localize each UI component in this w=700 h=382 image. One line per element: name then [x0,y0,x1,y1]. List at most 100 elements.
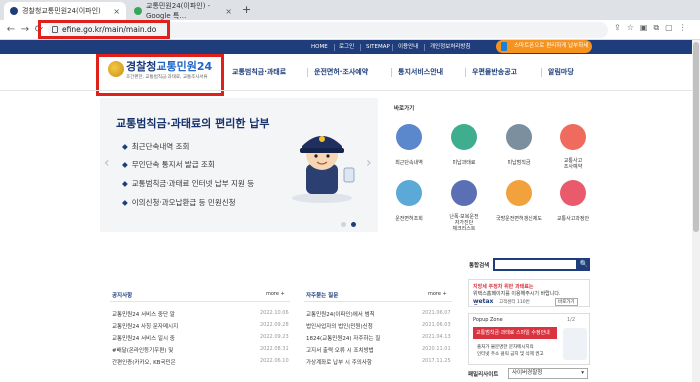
wetax-phone: 고객센터 110번 [499,300,530,305]
item-date: 2021.04.13 [422,334,451,340]
forward-button[interactable]: → [18,23,32,37]
divider [304,301,452,302]
menu-icon[interactable]: ⋮ [679,23,687,33]
new-tab-button[interactable]: + [242,3,251,16]
app-download-button[interactable]: 스마트폰으로 편리하게 납부하세요 ▶ [496,40,592,62]
notice-more-link[interactable]: more + [266,291,285,297]
quick-links-title: 바로가기 [394,106,415,112]
diamond-bullet-icon: ◆ [122,179,128,188]
popup-zone[interactable]: Popup Zone 1/2 교통범칙금·과태료 스마일 수정안내 출처가 불분… [468,313,590,365]
search-label: 통합검색 [469,263,490,269]
slide-dot-active[interactable] [351,222,356,227]
unpaid-fine-icon[interactable] [451,124,477,150]
quick-link-label[interactable]: 난폭·보복운전 자가진단 체크리스트 [438,214,490,232]
list-item[interactable]: 교통민원24 서비스 중단 알 [112,310,175,318]
gnb-item-notice[interactable]: 알림마당 [548,67,574,77]
family-site-select[interactable]: 사이버경찰청 ▾ [508,368,588,379]
prev-arrow-icon[interactable]: ‹ [104,155,110,171]
search-button[interactable]: 🔍 [578,258,590,271]
list-item[interactable]: 1824(교통민원24) 자주하는 질 [306,334,380,342]
sitemap-link[interactable]: SITEMAP [366,40,390,54]
divider [110,301,290,302]
header-divider [0,90,700,91]
list-item[interactable]: #배달(온라인등기우편) 및 [112,346,173,354]
quick-link-label[interactable]: 운전면허조회 [383,216,435,222]
close-tab-icon[interactable]: × [225,7,232,16]
extensions-icon[interactable]: ▣ [640,23,648,33]
divider [465,68,466,77]
close-tab-icon[interactable]: × [113,7,120,16]
faq-more-link[interactable]: more + [428,291,447,297]
quick-link-label[interactable]: 교통사고 조사예약 [547,158,599,170]
scrollbar-thumb[interactable] [693,42,699,232]
slide-dot[interactable] [341,222,346,227]
login-link[interactable]: 로그인 [339,40,354,54]
item-date: 2022.08.31 [260,346,289,352]
item-date: 2017.11.25 [422,358,451,364]
list-item[interactable]: 교통민원24 사칭 문자메시지 [112,322,178,330]
bookmark-star-icon[interactable]: ☆ [627,23,634,33]
quick-link-label[interactable]: 미납범칙금 [493,160,545,166]
next-arrow-icon[interactable]: › [366,155,372,171]
list-item[interactable]: 간편인증(카카오, KB국민은 [112,358,176,366]
home-link[interactable]: HOME [311,40,328,54]
recent-violation-icon[interactable] [396,124,422,150]
list-item[interactable]: 법인사업자의 법인(민원)신청 [306,322,373,330]
faq-title: 자주묻는 질문 [306,293,339,299]
tab-title: 경찰청교통민원24(이파인) [22,7,101,15]
family-site-label: 패밀리사이트 [468,372,499,378]
share-icon[interactable]: ⇪ [614,23,621,33]
notice-title: 공지사항 [112,293,133,299]
list-item[interactable]: 가상계좌로 납부 시 주의사항 [306,358,372,366]
banner-item: ◆ 교통범칙금·과태료 인터넷 납부 지원 등 [122,179,255,188]
smartphone-icon [501,42,507,51]
banner-item: ◆ 최근단속내역 조회 [122,142,190,151]
search-input[interactable] [493,258,578,271]
gnb-item-license[interactable]: 운전면허·조사예약 [314,67,368,77]
popup-page: 1/2 [567,317,576,323]
list-item[interactable]: 교통민원24 서비스 일시 중 [112,334,175,342]
accident-process-icon[interactable] [560,180,586,206]
back-button[interactable]: ← [4,23,18,37]
divider [307,68,308,77]
gnb-item-notification[interactable]: 통지서비스안내 [398,67,443,77]
unpaid-penalty-icon[interactable] [506,124,532,150]
license-check-icon[interactable] [396,180,422,206]
browser-actions: ⇪ ☆ ▣ ⧉ ▢ ⋮ [614,23,687,33]
gnb-item-return-mail[interactable]: 우편물반송공고 [472,67,517,77]
list-item[interactable]: 교통민원24(이파인)에서 범칙 [306,310,375,318]
quick-link-label[interactable]: 최근단속내역 [383,160,435,166]
browser-tab[interactable]: 교통민원24(이파인) - Google 특… × [128,2,238,20]
list-item[interactable]: 고지서 출력 오류 시 조치방법 [306,346,374,354]
tab-search-icon[interactable]: ⧉ [653,23,659,33]
accident-reservation-icon[interactable] [560,124,586,150]
highlight-box-url [38,20,170,39]
item-date: 2022.10.06 [260,310,289,316]
license-renewal-icon[interactable] [506,180,532,206]
browser-tab-active[interactable]: 경찰청교통민원24(이파인) × [4,2,126,20]
gnb-item-fines[interactable]: 교통범칙금·과태료 [232,67,286,77]
profile-icon[interactable]: ▢ [665,23,673,33]
item-date: 2021.06.03 [422,322,451,328]
guide-link[interactable]: 이용안내 [398,40,418,54]
phone-illustration-icon [563,328,587,360]
item-date: 2022.09.23 [260,334,289,340]
wetax-line2: 위택스홈페이지를 이용해주시기 바랍니다. [473,291,561,297]
item-date: 2022.06.10 [260,358,289,364]
popup-zone-title: Popup Zone [473,317,503,323]
quick-link-label[interactable]: 국방운전면허갱신제도 [493,216,545,222]
wetax-banner[interactable]: 지방세 주정차 위반 과태료는 위택스홈페이지를 이용해주시기 바랍니다. w̲… [468,279,590,307]
quick-link-label[interactable]: 미납과태료 [438,160,490,166]
quick-link-label[interactable]: 교통사고과정안 [547,216,599,222]
wetax-go-button[interactable]: 바로가기 [555,298,578,306]
privacy-link[interactable]: 개인정보처리방침 [430,40,470,54]
diamond-bullet-icon: ◆ [122,142,128,151]
chevron-down-icon: ▾ [581,370,584,376]
banner-item: ◆ 이의신청·과오납환급 등 민원신청 [122,198,236,207]
divider [424,44,425,51]
favicon-icon [10,7,18,15]
diamond-bullet-icon: ◆ [122,198,128,207]
divider [360,44,361,51]
divider [391,68,392,77]
checklist-icon[interactable] [451,180,477,206]
